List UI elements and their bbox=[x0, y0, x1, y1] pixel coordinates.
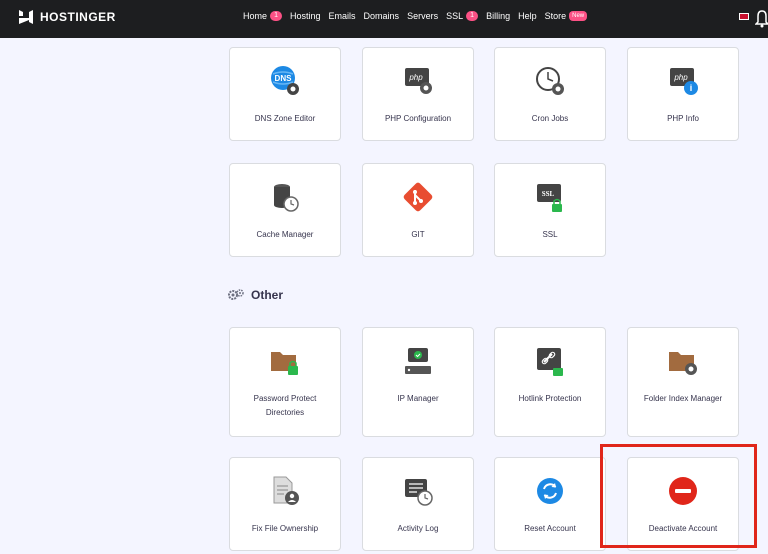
nav-help[interactable]: Help bbox=[518, 11, 537, 21]
card-ip-manager[interactable]: IP Manager bbox=[362, 327, 474, 437]
folder-gear-icon bbox=[669, 352, 697, 375]
link-lock-icon bbox=[537, 348, 563, 376]
nav-hosting-label: Hosting bbox=[290, 11, 321, 21]
nav-store-badge: New bbox=[569, 11, 588, 21]
database-clock-icon bbox=[274, 184, 299, 212]
card-php-info[interactable]: php i PHP Info bbox=[627, 47, 739, 141]
card-label: DNS Zone Editor bbox=[254, 114, 316, 123]
card-label: Fix File Ownership bbox=[251, 524, 319, 533]
folder-lock-icon bbox=[271, 352, 298, 375]
card-label: IP Manager bbox=[397, 394, 439, 403]
card-hotlink-protection[interactable]: Hotlink Protection bbox=[494, 327, 606, 437]
svg-text:php: php bbox=[408, 73, 423, 82]
nav-ssl[interactable]: SSL 1 bbox=[446, 11, 479, 21]
card-label: Folder Index Manager bbox=[643, 394, 723, 403]
brand-name: HOSTINGER bbox=[40, 10, 116, 24]
nav-help-label: Help bbox=[518, 11, 537, 21]
main-nav: Home 1 Hosting Emails Domains Servers SS… bbox=[243, 11, 595, 21]
php-gear-icon: php bbox=[405, 68, 432, 94]
bell-icon[interactable] bbox=[755, 8, 768, 28]
card-reset-account[interactable]: Reset Account bbox=[494, 457, 606, 551]
card-dns-zone-editor[interactable]: DNS DNS Zone Editor bbox=[229, 47, 341, 141]
card-label: PHP Info bbox=[667, 114, 699, 123]
log-clock-icon bbox=[405, 479, 433, 506]
card-label: Reset Account bbox=[524, 524, 576, 533]
nav-home[interactable]: Home 1 bbox=[243, 11, 283, 21]
hostinger-logo[interactable]: HOSTINGER bbox=[18, 9, 116, 25]
nav-hosting[interactable]: Hosting bbox=[290, 11, 321, 21]
card-activity-log[interactable]: Activity Log bbox=[362, 457, 474, 551]
nav-domains-label: Domains bbox=[363, 11, 400, 21]
uk-flag-icon[interactable] bbox=[739, 13, 749, 20]
file-user-icon bbox=[273, 476, 299, 505]
card-label: Cache Manager bbox=[256, 230, 314, 239]
gears-icon bbox=[228, 289, 244, 300]
card-label: PHP Configuration bbox=[384, 114, 452, 123]
card-folder-index-manager[interactable]: Folder Index Manager bbox=[627, 327, 739, 437]
section-other-label: Other bbox=[251, 288, 284, 302]
card-php-configuration[interactable]: php PHP Configuration bbox=[362, 47, 474, 141]
git-icon bbox=[403, 182, 433, 212]
svg-text:i: i bbox=[690, 83, 693, 93]
dns-gear-icon: DNS bbox=[271, 66, 299, 95]
card-cron-jobs[interactable]: Cron Jobs bbox=[494, 47, 606, 141]
nav-home-label: Home bbox=[243, 11, 268, 21]
php-info-icon: php i bbox=[670, 68, 698, 95]
card-label: Password Protect Directories bbox=[253, 394, 317, 417]
reset-icon bbox=[537, 478, 563, 504]
nav-store[interactable]: Store New bbox=[545, 11, 588, 21]
section-other-title: Other bbox=[228, 288, 283, 302]
hostinger-logo-icon bbox=[19, 10, 33, 24]
nav-ssl-badge: 1 bbox=[466, 11, 479, 21]
card-label: Hotlink Protection bbox=[518, 394, 582, 403]
card-fix-file-ownership[interactable]: Fix File Ownership bbox=[229, 457, 341, 551]
nav-billing[interactable]: Billing bbox=[486, 11, 510, 21]
card-ssl[interactable]: SSL SSL bbox=[494, 163, 606, 257]
highlight-box bbox=[600, 444, 757, 548]
nav-servers[interactable]: Servers bbox=[407, 11, 438, 21]
card-label: GIT bbox=[411, 230, 425, 239]
nav-servers-label: Servers bbox=[407, 11, 439, 21]
nav-domains[interactable]: Domains bbox=[364, 11, 400, 21]
nav-emails-label: Emails bbox=[328, 11, 356, 21]
svg-text:php: php bbox=[673, 73, 688, 82]
card-cache-manager[interactable]: Cache Manager bbox=[229, 163, 341, 257]
ip-server-icon bbox=[405, 348, 431, 374]
nav-billing-label: Billing bbox=[486, 11, 511, 21]
nav-ssl-label: SSL bbox=[446, 11, 464, 21]
clock-gear-icon bbox=[536, 67, 564, 95]
nav-emails[interactable]: Emails bbox=[329, 11, 356, 21]
svg-text:DNS: DNS bbox=[275, 74, 293, 83]
svg-text:SSL: SSL bbox=[542, 190, 555, 198]
card-git[interactable]: GIT bbox=[362, 163, 474, 257]
ssl-lock-icon: SSL bbox=[537, 184, 562, 212]
top-navigation-bar: HOSTINGER Home 1 Hosting Emails Domains … bbox=[0, 0, 768, 38]
nav-store-label: Store bbox=[544, 11, 567, 21]
card-password-protect-directories[interactable]: Password Protect Directories bbox=[229, 327, 341, 437]
card-label: SSL bbox=[542, 230, 558, 239]
nav-home-badge: 1 bbox=[270, 11, 283, 21]
card-label: Cron Jobs bbox=[531, 114, 569, 123]
card-label: Activity Log bbox=[397, 524, 439, 533]
